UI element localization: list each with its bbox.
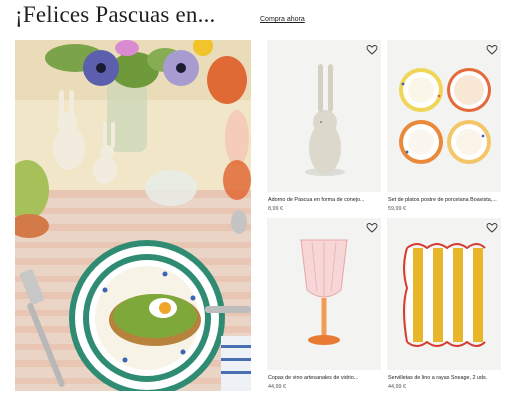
product-image[interactable]: [267, 218, 381, 370]
product-name[interactable]: Copas de vino artesanales de vidrio...: [268, 375, 380, 381]
product-price: 59,99 €: [388, 206, 406, 212]
product-image[interactable]: [267, 40, 381, 192]
product-card[interactable]: Copas de vino artesanales de vidrio... 4…: [267, 218, 381, 394]
product-price: 44,99 €: [388, 384, 406, 390]
product-card[interactable]: Servilletas de lino a rayas Sneage, 2 ud…: [387, 218, 501, 394]
shop-now-link[interactable]: Compra ahora: [260, 16, 305, 23]
heart-icon[interactable]: [366, 44, 378, 56]
section-title: ¡Felices Pascuas en...: [15, 2, 216, 27]
product-image[interactable]: [387, 40, 501, 192]
product-card[interactable]: Set de platos postre de porcelana Boavis…: [387, 40, 501, 216]
heart-icon[interactable]: [486, 222, 498, 234]
heart-icon[interactable]: [366, 222, 378, 234]
heart-icon[interactable]: [486, 44, 498, 56]
product-name[interactable]: Adorno de Pascua en forma de conejo...: [268, 197, 380, 203]
product-price: 44,99 €: [268, 384, 286, 390]
hero-image[interactable]: [15, 40, 251, 391]
product-card[interactable]: Adorno de Pascua en forma de conejo... 8…: [267, 40, 381, 216]
product-name[interactable]: Set de platos postre de porcelana Boavis…: [388, 197, 500, 203]
product-image[interactable]: [387, 218, 501, 370]
product-name[interactable]: Servilletas de lino a rayas Sneage, 2 ud…: [388, 375, 500, 381]
product-price: 8,99 €: [268, 206, 283, 212]
